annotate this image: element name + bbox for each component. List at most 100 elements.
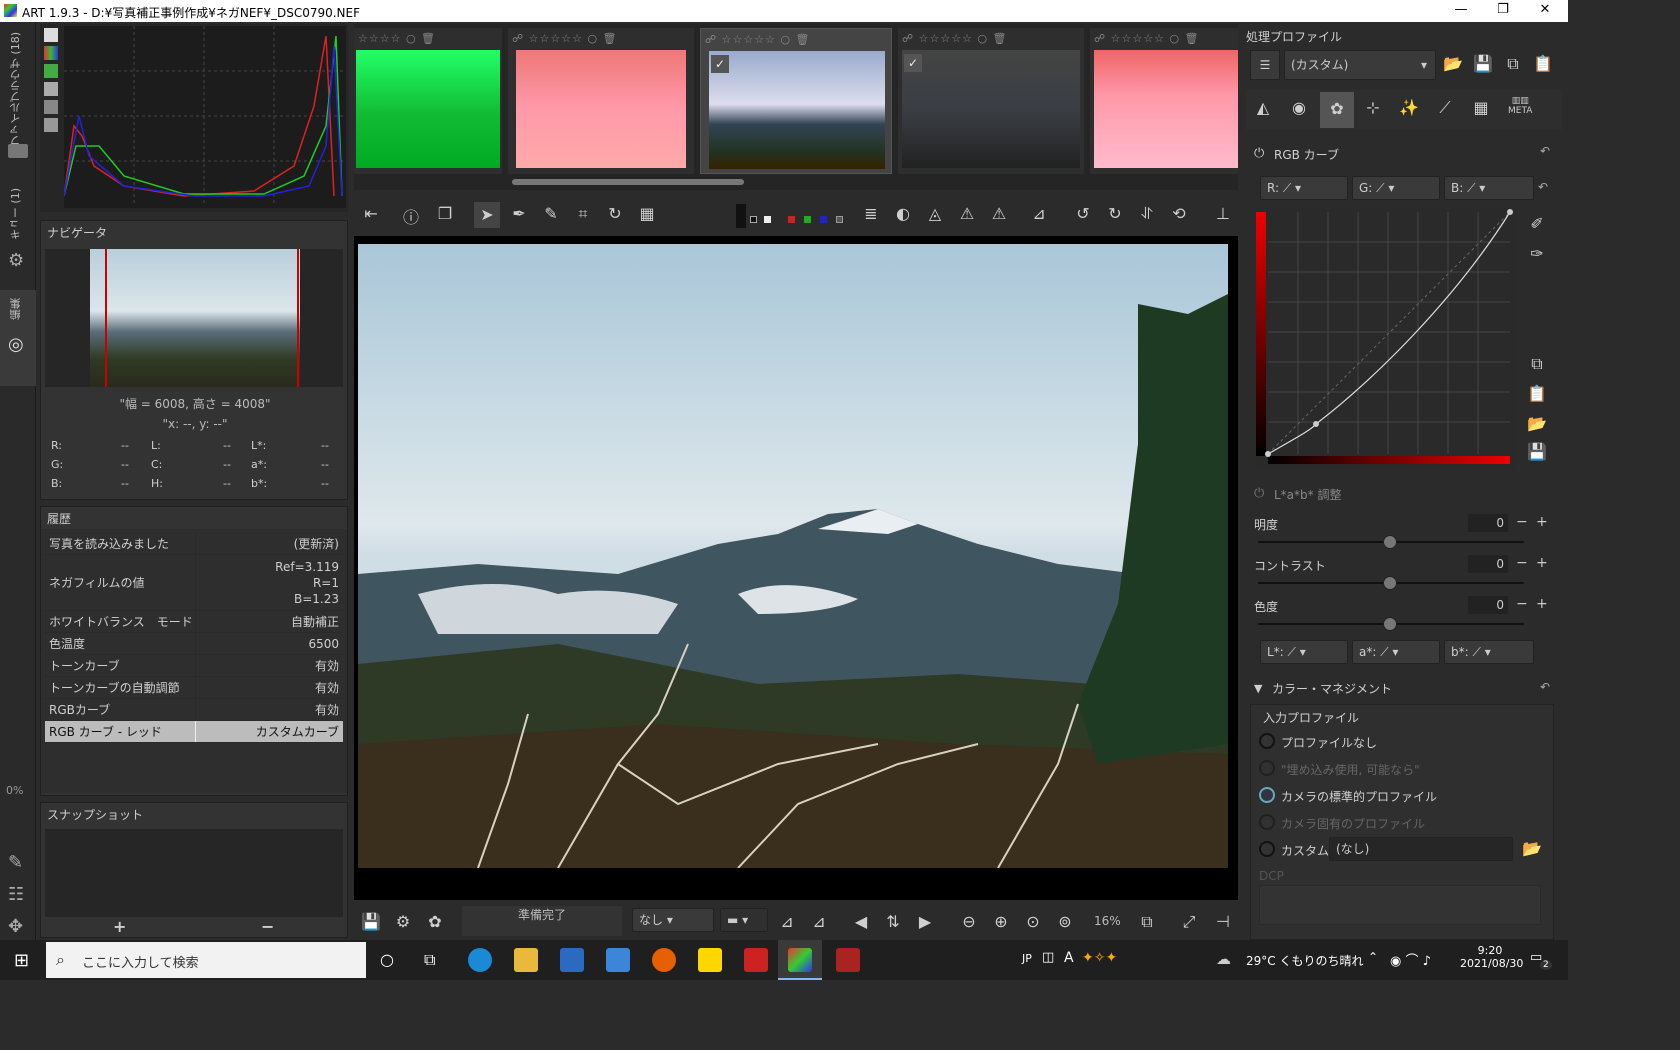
- straighten-icon[interactable]: ↻: [602, 204, 628, 223]
- fullscreen-icon[interactable]: ⤢: [1176, 912, 1202, 932]
- label-dropdown[interactable]: ▬ ▾: [720, 908, 768, 932]
- queue-icon[interactable]: ⚙: [390, 912, 416, 931]
- lab-power-icon[interactable]: ⏻: [1254, 486, 1264, 501]
- edit-point-icon[interactable]: ✐: [1524, 214, 1550, 233]
- sticky-notes-icon[interactable]: [698, 948, 722, 972]
- clock[interactable]: 9:20 2021/08/30: [1460, 944, 1523, 970]
- before-after-icon[interactable]: ❐: [432, 204, 458, 223]
- ime-mode-icon[interactable]: ◫: [1042, 950, 1054, 965]
- lab-l-curve-type[interactable]: L*: ⟋ ▾: [1260, 640, 1348, 664]
- preview-green-icon[interactable]: [804, 216, 811, 223]
- remove-snapshot-button[interactable]: −: [261, 917, 274, 936]
- rating-stars[interactable]: ☍ ☆☆☆☆☆ ○ 🗑: [1094, 32, 1200, 45]
- maximize-button[interactable]: ❐: [1480, 0, 1526, 22]
- network-icon[interactable]: ◉ ⌒ ♪: [1390, 950, 1431, 969]
- copy-profile-icon[interactable]: ⧉: [1500, 54, 1526, 74]
- thumbnail-1[interactable]: ☆☆☆☆ ○ 🗑: [354, 28, 502, 174]
- history-list[interactable]: 写真を読み込みました (更新済) ネガフィルムの値 Ref=3.119 R=1 B=…: [41, 529, 347, 793]
- hide-top-panel-icon[interactable]: ⊥: [1210, 204, 1236, 223]
- gear-icon[interactable]: ⚙: [8, 250, 24, 271]
- sliders-icon[interactable]: ☷: [8, 884, 24, 905]
- open-curve-icon[interactable]: 📂: [1524, 414, 1550, 433]
- chroma-plus[interactable]: +: [1536, 596, 1548, 612]
- profile-dropdown[interactable]: (カスタム) ▾: [1284, 50, 1436, 80]
- curve-editor[interactable]: [1256, 208, 1516, 468]
- rotate-left-icon[interactable]: ↺: [1070, 204, 1096, 223]
- paste-curve-icon[interactable]: 📋: [1524, 384, 1550, 403]
- zoom-fit-icon[interactable]: ⊙: [1020, 912, 1046, 931]
- color-picker-icon[interactable]: ✎: [538, 204, 564, 223]
- hide-right-panel-icon[interactable]: ⊣: [1210, 912, 1236, 931]
- shadow-warning-icon[interactable]: ⚠: [954, 204, 980, 223]
- profile-list-icon[interactable]: ☰: [1250, 50, 1280, 80]
- power-icon[interactable]: ⏻: [1254, 146, 1264, 161]
- radio-no-profile[interactable]: [1259, 733, 1275, 749]
- save-profile-icon[interactable]: 💾: [1470, 54, 1496, 73]
- app-red-icon[interactable]: [744, 948, 768, 972]
- minimize-button[interactable]: —: [1438, 0, 1484, 22]
- contrast-knob[interactable]: [1383, 576, 1397, 590]
- radio-camera-standard[interactable]: [1259, 787, 1275, 803]
- next-image-icon[interactable]: ▶: [912, 912, 938, 931]
- contrast-minus[interactable]: −: [1516, 555, 1528, 571]
- histo-green-icon[interactable]: [44, 64, 58, 78]
- contrast-plus[interactable]: +: [1536, 555, 1548, 571]
- navigator-preview[interactable]: [45, 249, 343, 387]
- taskbar-search[interactable]: ⌕ ここに入力して検索: [46, 942, 366, 978]
- zoom-100-icon[interactable]: ⊚: [1052, 912, 1078, 931]
- histo-chroma-icon[interactable]: [44, 100, 58, 114]
- tab-editor[interactable]: 編集 ◎: [0, 290, 36, 386]
- preview-luma-icon[interactable]: [836, 216, 843, 223]
- hide-panel-icon[interactable]: ⇤: [358, 204, 384, 223]
- history-row[interactable]: トーンカーブの自動調節 有効: [45, 677, 343, 699]
- rating-stars[interactable]: ☆☆☆☆ ○ 🗑: [358, 32, 436, 45]
- tab-exposure-icon[interactable]: ◭: [1250, 98, 1276, 117]
- navigator-viewport[interactable]: [105, 249, 299, 387]
- radio-custom[interactable]: [1259, 841, 1275, 857]
- ime-lang[interactable]: JP: [1022, 952, 1032, 965]
- tab-queue[interactable]: キュー (1): [8, 188, 24, 240]
- histo-mode-icon[interactable]: [44, 28, 58, 42]
- image-canvas[interactable]: [354, 236, 1238, 900]
- snapshot-list[interactable]: [45, 829, 343, 917]
- focus-mask-icon[interactable]: ≣: [858, 204, 884, 223]
- guides-icon[interactable]: ⊿: [1026, 204, 1052, 223]
- chroma-value[interactable]: 0: [1468, 596, 1508, 614]
- zoom-out-icon[interactable]: ⊖: [956, 912, 982, 931]
- edge-icon[interactable]: [468, 948, 492, 972]
- histo-luma-icon[interactable]: [44, 82, 58, 96]
- close-button[interactable]: ✕: [1522, 0, 1568, 22]
- reset-icon[interactable]: ↶: [1540, 144, 1550, 158]
- tab-metadata[interactable]: ▥▥ META: [1508, 96, 1532, 116]
- preset-dropdown[interactable]: なし ▾: [632, 908, 714, 932]
- add-snapshot-button[interactable]: +: [113, 917, 126, 936]
- ime-input-mode[interactable]: A: [1064, 950, 1074, 966]
- history-row[interactable]: 写真を読み込みました (更新済): [45, 533, 343, 555]
- store-icon[interactable]: [560, 948, 584, 972]
- history-row[interactable]: トーンカーブ 有効: [45, 655, 343, 677]
- tab-effects-icon[interactable]: ✨: [1396, 98, 1422, 117]
- green-curve-type[interactable]: G: ⟋ ▾: [1352, 176, 1440, 200]
- prev-image-icon[interactable]: ◀: [848, 912, 874, 931]
- rotate-right-icon[interactable]: ↻: [1102, 204, 1128, 223]
- check-icon[interactable]: ✓: [904, 54, 922, 72]
- open-profile-icon[interactable]: 📂: [1440, 54, 1466, 73]
- channel-toggle[interactable]: [736, 204, 746, 228]
- preview-white-icon[interactable]: [764, 216, 771, 223]
- highlight-warning-icon[interactable]: ⚠: [986, 204, 1012, 223]
- tray-apps-icon[interactable]: ✦✧✦: [1082, 950, 1117, 966]
- windows-start-icon[interactable]: ⊞: [14, 950, 29, 971]
- snap-left-icon[interactable]: ⊿: [774, 912, 800, 931]
- thumbnail-5[interactable]: ☍ ☆☆☆☆☆ ○ 🗑: [1090, 28, 1238, 174]
- tab-transform-icon[interactable]: ⟋: [1432, 98, 1458, 118]
- wb-picker-icon[interactable]: ✒: [506, 204, 532, 223]
- crop-icon[interactable]: ⌗: [570, 204, 596, 224]
- blue-curve-type[interactable]: B: ⟋ ▾: [1444, 176, 1534, 200]
- thumbnail-3-selected[interactable]: ☍ ☆☆☆☆☆ ○ 🗑 ✓: [700, 28, 892, 174]
- external-editor-icon[interactable]: ✿: [422, 912, 448, 931]
- brightness-value[interactable]: 0: [1468, 514, 1508, 532]
- reset-curve-icon[interactable]: ↶: [1538, 180, 1548, 194]
- red-curve-type[interactable]: R: ⟋ ▾: [1260, 176, 1348, 200]
- paste-profile-icon[interactable]: 📋: [1530, 54, 1556, 73]
- copy-curve-icon[interactable]: ⧉: [1524, 354, 1550, 374]
